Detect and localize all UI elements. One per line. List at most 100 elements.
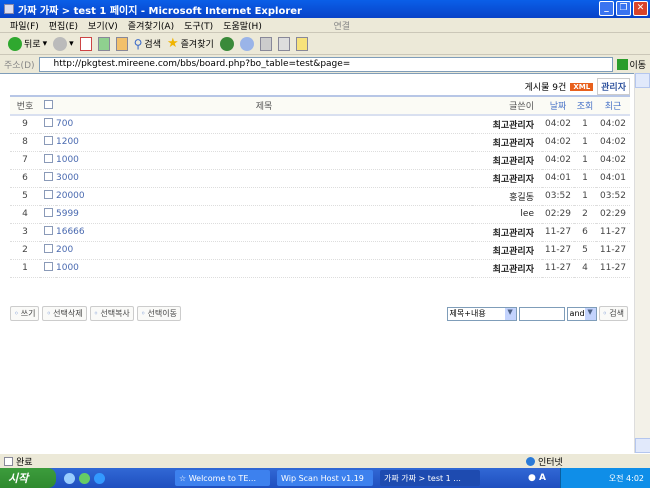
go-button[interactable]: 이동 — [616, 58, 646, 71]
header-select-all[interactable] — [40, 96, 56, 115]
search-input[interactable] — [518, 306, 565, 321]
row-num: 6 — [22, 173, 28, 183]
vertical-scrollbar[interactable] — [634, 73, 650, 453]
forward-button[interactable]: ▾ — [53, 36, 74, 51]
go-arrow-icon — [616, 58, 628, 70]
header-recent-sort[interactable]: 최근 — [596, 96, 630, 115]
row-writer[interactable]: 홍길동 — [472, 187, 542, 205]
row-subject-link[interactable]: 1000 — [56, 259, 472, 277]
delete-selected-button[interactable]: 선택삭제 — [42, 306, 87, 321]
row-checkbox[interactable] — [43, 190, 53, 199]
row-subject-link[interactable]: 3000 — [56, 169, 472, 187]
row-checkbox[interactable] — [43, 118, 53, 128]
chevron-down-icon: ▼ — [504, 307, 516, 320]
row-recent: 04:02 — [600, 119, 626, 130]
row-subject-link[interactable]: 16666 — [56, 223, 472, 241]
menu-help[interactable]: 도움말(H) — [223, 19, 262, 32]
row-select[interactable] — [40, 169, 56, 187]
move-selected-button[interactable]: 선택이동 — [136, 306, 181, 321]
home-icon[interactable] — [115, 36, 128, 51]
row-subject-link[interactable]: 700 — [56, 115, 472, 133]
xml-rss-button[interactable]: XML — [570, 82, 594, 91]
browser-quicklaunch-icon[interactable] — [94, 472, 105, 484]
table-row: 1 1000 최고관리자 11-27 4 11-27 — [10, 259, 630, 277]
menu-favorites[interactable]: 즐겨찾기(A) — [128, 19, 174, 32]
row-checkbox[interactable] — [43, 208, 53, 217]
row-select[interactable] — [40, 115, 56, 133]
row-checkbox[interactable] — [43, 172, 53, 181]
row-num: 7 — [22, 155, 28, 165]
search-button[interactable]: ⚲ 검색 — [134, 37, 161, 51]
search-operator-select[interactable]: and ▼ — [566, 306, 597, 321]
scroll-down-button[interactable] — [635, 438, 650, 453]
row-writer[interactable]: 최고관리자 — [472, 115, 542, 133]
taskbar-item-wip-scan[interactable]: Wip Scan Host v1.19 — [277, 470, 373, 486]
header-hits-sort[interactable]: 조회 — [574, 96, 596, 115]
ime-indicator-icon[interactable]: ● A — [528, 473, 546, 483]
menu-edit[interactable]: 편집(E) — [49, 19, 78, 32]
search-field-select[interactable]: 제목+내용 ▼ — [446, 306, 517, 321]
close-button[interactable]: ✕ — [633, 1, 648, 16]
row-subject-link[interactable]: 200 — [56, 241, 472, 259]
row-subject-link[interactable]: 5999 — [56, 205, 472, 223]
row-recent: 11-27 — [599, 245, 627, 255]
row-hits: 5 — [582, 245, 588, 255]
maximize-button[interactable]: ❐ — [616, 1, 631, 16]
row-checkbox[interactable] — [43, 136, 53, 145]
history-icon[interactable] — [219, 36, 234, 51]
row-writer[interactable]: 최고관리자 — [472, 241, 542, 259]
address-input[interactable] — [38, 56, 613, 72]
refresh-icon[interactable] — [97, 36, 110, 51]
row-writer[interactable]: 최고관리자 — [472, 169, 542, 187]
row-select[interactable] — [40, 241, 56, 259]
menu-view[interactable]: 보기(V) — [88, 19, 118, 32]
row-checkbox[interactable] — [43, 226, 53, 235]
admin-button[interactable]: 관리자 — [597, 78, 630, 95]
ie-quicklaunch-icon[interactable] — [64, 472, 75, 484]
write-button[interactable]: 쓰기 — [10, 306, 40, 321]
row-select[interactable] — [40, 133, 56, 151]
edit-icon[interactable] — [277, 36, 290, 51]
start-button[interactable]: 시작 — [0, 468, 56, 488]
row-writer[interactable]: lee — [472, 205, 542, 223]
copy-selected-button[interactable]: 선택복사 — [89, 306, 134, 321]
taskbar-item-ie-active[interactable]: 가짜 가짜 > test 1 ... — [380, 470, 480, 486]
stop-icon[interactable] — [79, 36, 92, 51]
messenger-quicklaunch-icon[interactable] — [79, 472, 90, 484]
row-writer[interactable]: 최고관리자 — [472, 223, 542, 241]
row-subject-link[interactable]: 20000 — [56, 187, 472, 205]
search-submit-button[interactable]: 검색 — [598, 306, 628, 321]
row-writer[interactable]: 최고관리자 — [472, 151, 542, 169]
row-checkbox[interactable] — [43, 244, 53, 253]
links-bar[interactable]: 연결 — [333, 19, 350, 32]
scroll-up-button[interactable] — [635, 73, 650, 88]
row-select[interactable] — [40, 205, 56, 223]
table-row: 8 1200 최고관리자 04:02 1 04:02 — [10, 133, 630, 151]
row-checkbox[interactable] — [43, 262, 53, 271]
header-date-sort[interactable]: 날짜 — [542, 96, 574, 115]
mail-icon[interactable] — [239, 36, 254, 51]
page-icon — [4, 456, 13, 466]
row-select[interactable] — [40, 187, 56, 205]
messenger-icon[interactable] — [295, 36, 308, 51]
row-subject-link[interactable]: 1200 — [56, 133, 472, 151]
back-button[interactable]: 뒤로 ▾ — [8, 36, 47, 51]
menu-tools[interactable]: 도구(T) — [184, 19, 213, 32]
row-checkbox[interactable] — [43, 154, 53, 163]
favorites-button[interactable]: ★ 즐겨찾기 — [167, 36, 214, 51]
select-all-checkbox[interactable] — [43, 99, 53, 109]
row-writer[interactable]: 최고관리자 — [472, 133, 542, 151]
row-select[interactable] — [40, 223, 56, 241]
search-form: 제목+내용▼ and▼ 검색 — [446, 306, 628, 321]
row-num: 1 — [22, 263, 28, 273]
minimize-button[interactable]: _ — [599, 1, 614, 16]
row-num: 3 — [22, 227, 28, 237]
row-select[interactable] — [40, 259, 56, 277]
row-select[interactable] — [40, 151, 56, 169]
row-writer[interactable]: 최고관리자 — [472, 259, 542, 277]
row-num: 5 — [22, 191, 28, 201]
menu-file[interactable]: 파일(F) — [10, 19, 39, 32]
row-subject-link[interactable]: 1000 — [56, 151, 472, 169]
print-icon[interactable] — [259, 36, 272, 51]
taskbar-item-welcome[interactable]: ☆ Welcome to TE... — [175, 470, 270, 486]
